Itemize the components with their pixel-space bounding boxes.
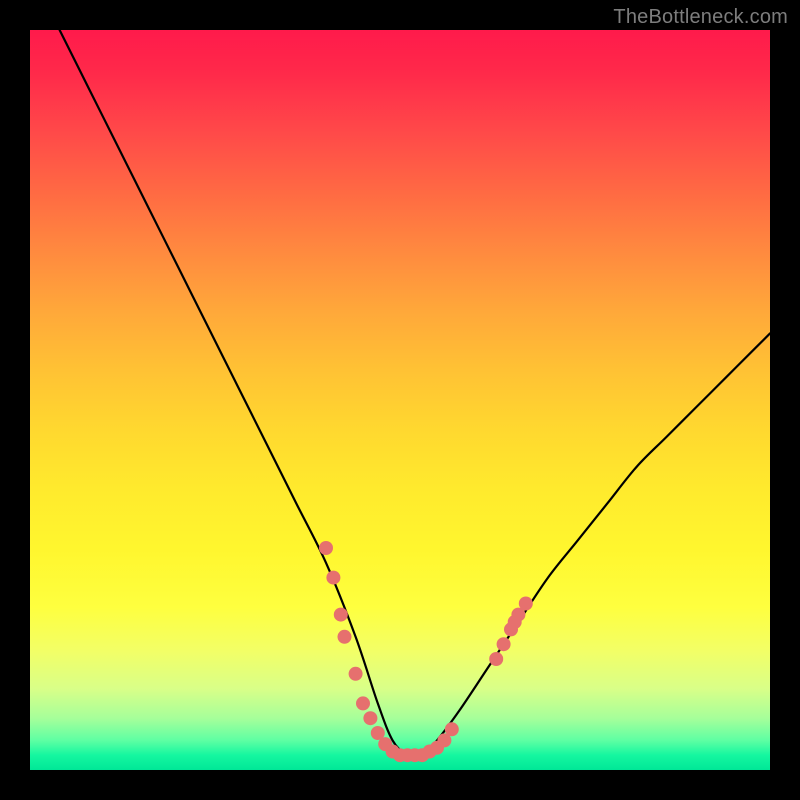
data-marker: [349, 667, 363, 681]
data-marker: [356, 696, 370, 710]
data-marker: [363, 711, 377, 725]
data-marker: [326, 571, 340, 585]
data-marker: [338, 630, 352, 644]
watermark-text: TheBottleneck.com: [613, 6, 788, 29]
data-marker: [519, 597, 533, 611]
data-marker: [497, 637, 511, 651]
data-marker: [334, 608, 348, 622]
data-marker: [489, 652, 503, 666]
chart-svg: [30, 30, 770, 770]
bottleneck-curve: [60, 30, 770, 757]
marker-group: [319, 541, 533, 762]
data-marker: [319, 541, 333, 555]
outer-frame: TheBottleneck.com: [0, 0, 800, 800]
plot-area: [30, 30, 770, 770]
data-marker: [445, 722, 459, 736]
